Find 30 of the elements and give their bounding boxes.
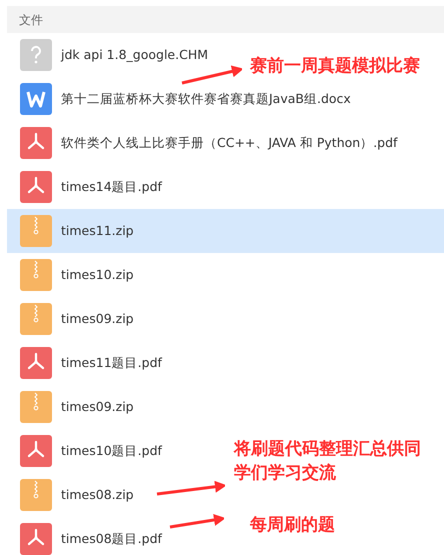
pdf-file-icon (20, 435, 52, 467)
pdf-file-icon (20, 127, 52, 159)
column-header: 文件 (7, 6, 444, 33)
annotation-text: 将刷题代码整理汇总供同学们学习交流 (234, 438, 422, 485)
unknown-file-icon (20, 39, 52, 71)
zip-archive-icon (20, 391, 52, 423)
annotation-arrow (168, 512, 224, 530)
file-name: times08.zip (61, 486, 134, 504)
annotation-arrow (155, 480, 225, 498)
pdf-file-icon (20, 171, 52, 203)
annotation-text: 每周刷的题 (250, 514, 336, 537)
file-name: times11题目.pdf (61, 354, 162, 372)
file-name: times10.zip (61, 266, 134, 284)
file-name: times10题目.pdf (61, 442, 162, 460)
file-name: times14题目.pdf (61, 178, 162, 196)
zip-archive-icon (20, 215, 52, 247)
file-name: times09.zip (61, 310, 134, 328)
zip-archive-icon (20, 259, 52, 291)
pdf-file-icon (20, 347, 52, 379)
file-name: times08题目.pdf (61, 530, 162, 548)
zip-archive-icon (20, 479, 52, 511)
word-document-icon (20, 83, 52, 115)
file-name: times09.zip (61, 398, 134, 416)
file-name: 第十二届蓝桥杯大赛软件赛省赛真题JavaB组.docx (61, 90, 351, 108)
annotation-text: 赛前一周真题模拟比赛 (250, 55, 421, 78)
file-name: times11.zip (61, 222, 134, 240)
file-name: 软件类个人线上比赛手册（CC++、JAVA 和 Python）.pdf (61, 134, 398, 152)
annotation-arrow (180, 64, 242, 86)
zip-archive-icon (20, 303, 52, 335)
file-name: jdk api 1.8_google.CHM (61, 46, 208, 64)
